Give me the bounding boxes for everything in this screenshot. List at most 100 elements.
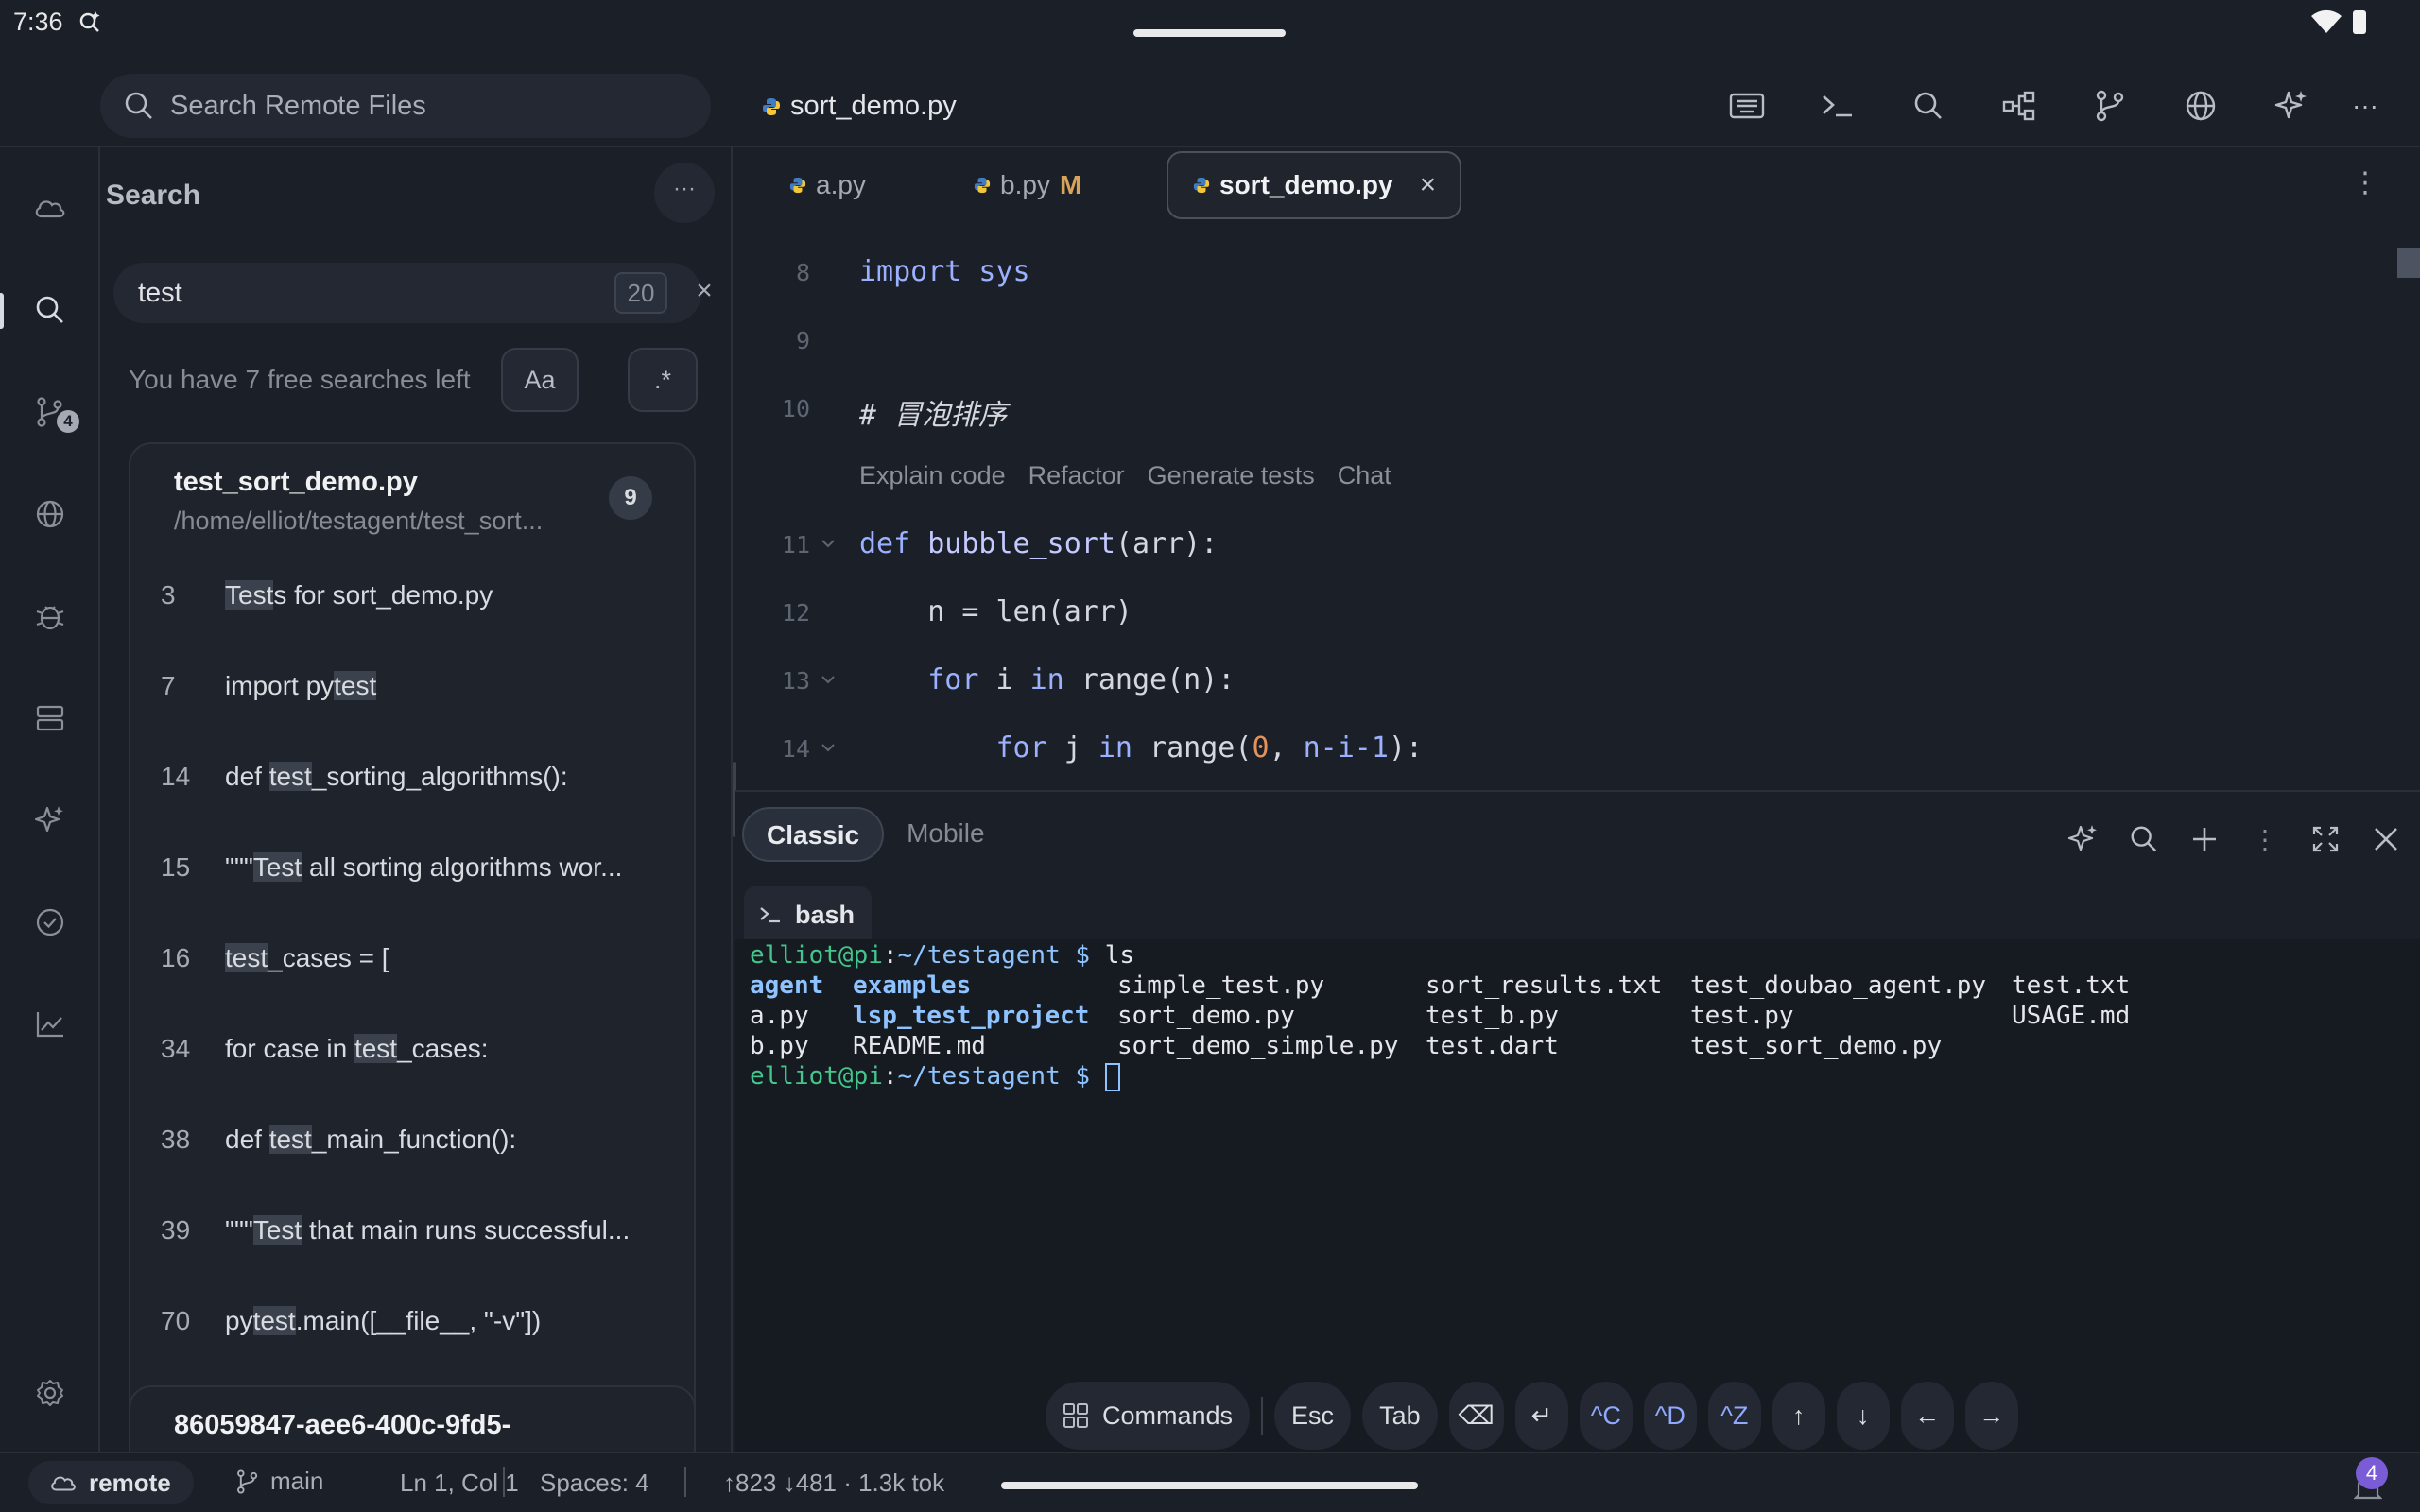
ctrl-c-key[interactable]: ^C xyxy=(1579,1382,1633,1450)
fold-chevron-icon[interactable] xyxy=(820,535,837,552)
clear-search-button[interactable]: × xyxy=(688,270,720,312)
bug-icon xyxy=(36,606,64,630)
sparkle-icon xyxy=(2067,825,2097,851)
remote-servers-button[interactable] xyxy=(29,697,71,739)
result-line-text: """Test all sorting algorithms wor... xyxy=(225,852,623,882)
terminal-output[interactable]: elliot@pi:~/testagent $ ls agent example… xyxy=(735,939,2420,1453)
more-options-button[interactable]: ··· xyxy=(2344,85,2386,127)
backspace-key[interactable]: ⌫ xyxy=(1448,1382,1504,1450)
browser-view-button[interactable] xyxy=(29,493,71,535)
remote-explorer-button[interactable] xyxy=(29,187,71,229)
remote-file-search[interactable] xyxy=(100,74,711,138)
remote-search-input[interactable] xyxy=(170,85,681,127)
editor-more-button[interactable]: ⋮ xyxy=(2344,166,2386,208)
key-divider xyxy=(1261,1397,1264,1435)
mobile-mode-button[interactable]: Mobile xyxy=(884,807,1007,862)
outline-button[interactable] xyxy=(1998,85,2040,127)
terminal-ai-button[interactable] xyxy=(2063,818,2104,860)
terminal-tab-bash[interactable]: bash xyxy=(744,886,872,943)
result-line[interactable]: 14 def test_sorting_algorithms(): xyxy=(130,748,694,805)
close-terminal-button[interactable] xyxy=(2365,818,2407,860)
remote-connection-indicator[interactable]: remote xyxy=(28,1461,194,1504)
maximize-terminal-button[interactable] xyxy=(2305,818,2346,860)
result-line[interactable]: 34 for case in test_cases: xyxy=(130,1021,694,1077)
line-number: 10 xyxy=(781,395,810,422)
tab-sort-demo-py[interactable]: sort_demo.py × xyxy=(1167,151,1461,219)
match-highlight: test xyxy=(334,671,377,700)
search-result-file[interactable]: test_sort_demo.py /home/elliot/testagent… xyxy=(129,442,696,1452)
enter-key[interactable]: ↵ xyxy=(1514,1382,1568,1450)
result-line[interactable]: 3 Tests for sort_demo.py xyxy=(130,567,694,624)
code-line: 9 xyxy=(735,319,2398,376)
ai-assistant-button[interactable] xyxy=(2271,85,2312,127)
panel-title: Search xyxy=(106,180,201,211)
terminal-search-button[interactable] xyxy=(2123,818,2165,860)
terminal-prompt-line[interactable]: elliot@pi:~/testagent $ xyxy=(750,1062,1120,1091)
result-line-text: def test_main_function(): xyxy=(225,1125,517,1154)
fold-chevron-icon[interactable] xyxy=(820,671,837,688)
result-line[interactable]: 16 test_cases = [ xyxy=(130,930,694,987)
search-query-field[interactable]: test 20 xyxy=(113,263,701,323)
tab-key[interactable]: Tab xyxy=(1362,1382,1438,1450)
ctrl-d-key[interactable]: ^D xyxy=(1643,1382,1697,1450)
refactor-action[interactable]: Refactor xyxy=(1028,461,1125,490)
search-result-file[interactable]: 86059847-aee6-400c-9fd5- xyxy=(129,1385,696,1452)
search-button[interactable] xyxy=(1908,85,1949,127)
match-highlight: Test xyxy=(225,580,274,610)
terminal-button[interactable] xyxy=(1817,85,1858,127)
result-line-text: import pytest xyxy=(225,671,377,700)
result-file-name[interactable]: 86059847-aee6-400c-9fd5- xyxy=(174,1410,510,1441)
commands-button[interactable]: Commands xyxy=(1046,1382,1251,1450)
ls-entry: test_doubao_agent.py xyxy=(1690,971,1987,1000)
search-view-button[interactable] xyxy=(29,289,71,331)
search-query-text[interactable]: test xyxy=(138,278,182,309)
match-case-toggle[interactable]: Aa xyxy=(501,348,579,412)
panel-more-button[interactable]: ··· xyxy=(654,163,715,223)
commands-label: Commands xyxy=(1102,1400,1234,1430)
scrollbar-thumb[interactable] xyxy=(2397,248,2420,278)
ctrl-z-key[interactable]: ^Z xyxy=(1707,1382,1761,1450)
explain-code-action[interactable]: Explain code xyxy=(859,461,1006,490)
esc-key[interactable]: Esc xyxy=(1274,1382,1352,1450)
result-line[interactable]: 7 import pytest xyxy=(130,658,694,714)
ls-entry: simple_test.py xyxy=(1117,971,1325,1000)
tab-b-py[interactable]: b.py M xyxy=(974,151,1081,219)
close-icon[interactable]: × xyxy=(1420,169,1437,201)
indentation-setting[interactable]: Spaces: 4 xyxy=(540,1469,649,1498)
result-line[interactable]: 15 """Test all sorting algorithms wor... xyxy=(130,839,694,896)
new-terminal-button[interactable] xyxy=(2184,818,2225,860)
ai-view-button[interactable] xyxy=(29,799,71,841)
keyboard-toggle-button[interactable] xyxy=(1726,85,1768,127)
arrow-down-key[interactable]: ↓ xyxy=(1836,1382,1890,1450)
arrow-right-key[interactable]: → xyxy=(1964,1382,2018,1450)
debug-view-button[interactable] xyxy=(29,595,71,637)
regex-toggle[interactable]: .* xyxy=(628,348,698,412)
result-file-name[interactable]: test_sort_demo.py xyxy=(174,467,418,498)
generate-tests-action[interactable]: Generate tests xyxy=(1148,461,1315,490)
active-file-breadcrumb[interactable]: sort_demo.py xyxy=(762,91,957,122)
maximize-icon xyxy=(2312,826,2339,852)
arrow-left-key[interactable]: ← xyxy=(1900,1382,1954,1450)
branch-indicator[interactable]: main xyxy=(236,1467,323,1496)
check-circle-icon xyxy=(36,908,64,936)
fold-chevron-icon[interactable] xyxy=(820,739,837,756)
tab-a-py[interactable]: a.py xyxy=(789,151,866,219)
cursor-position[interactable]: Ln 1, Col 1 xyxy=(400,1469,519,1498)
browser-button[interactable] xyxy=(2180,85,2221,127)
code-editor[interactable]: 8 import sys 9 10 # 冒泡排序 Explain code Re… xyxy=(735,223,2420,790)
settings-button[interactable] xyxy=(29,1372,71,1414)
chat-action[interactable]: Chat xyxy=(1338,461,1392,490)
result-line-number: 15 xyxy=(161,852,191,882)
analytics-view-button[interactable] xyxy=(29,1004,71,1045)
system-status-bar: 7:36 xyxy=(0,0,2420,45)
terminal-more-button[interactable]: ⋮ xyxy=(2244,818,2286,860)
result-line[interactable]: 70 pytest.main([__file__, "-v"]) xyxy=(130,1293,694,1349)
tasks-view-button[interactable] xyxy=(29,902,71,943)
result-line[interactable]: 39 """Test that main runs successful... xyxy=(130,1202,694,1259)
ls-entry: b.py xyxy=(750,1032,809,1060)
source-control-button[interactable] xyxy=(2089,85,2131,127)
ai-codelens: Explain code Refactor Generate tests Cha… xyxy=(859,461,1392,490)
classic-mode-button[interactable]: Classic xyxy=(742,807,885,862)
arrow-up-key[interactable]: ↑ xyxy=(1772,1382,1825,1450)
result-line[interactable]: 38 def test_main_function(): xyxy=(130,1111,694,1168)
